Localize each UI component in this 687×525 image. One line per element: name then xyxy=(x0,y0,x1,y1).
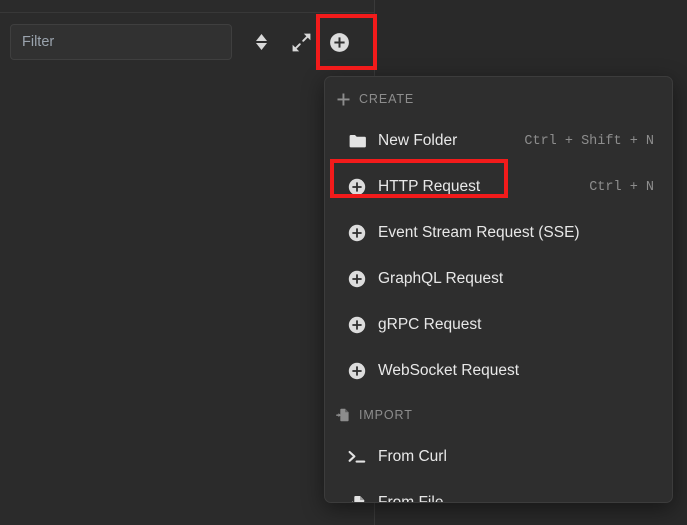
filter-input[interactable] xyxy=(10,24,232,60)
expand-arrows-icon xyxy=(292,33,311,52)
menu-item-label: New Folder xyxy=(378,132,458,149)
plus-circle-icon xyxy=(347,362,367,380)
terminal-prompt-icon xyxy=(347,449,367,465)
menu-section-label: CREATE xyxy=(359,92,415,106)
menu-item-shortcut: Ctrl + N xyxy=(589,179,654,195)
menu-item-graphql-request[interactable]: GraphQL Request xyxy=(325,260,672,298)
folder-icon xyxy=(347,134,367,148)
menu-item-label: GraphQL Request xyxy=(378,270,504,287)
menu-item-label: From Curl xyxy=(378,448,447,465)
menu-item-label: HTTP Request xyxy=(378,178,481,195)
menu-item-http-request[interactable]: HTTP Request Ctrl + N xyxy=(325,168,672,206)
sidebar-toolbar xyxy=(0,13,375,71)
menu-item-event-stream-request[interactable]: Event Stream Request (SSE) xyxy=(325,214,672,252)
menu-item-label: gRPC Request xyxy=(378,316,482,333)
plus-icon xyxy=(333,93,353,106)
menu-item-label: Event Stream Request (SSE) xyxy=(378,224,580,241)
menu-section-header-create: CREATE xyxy=(325,84,672,114)
plus-circle-icon xyxy=(347,178,367,196)
sort-icon xyxy=(255,33,268,51)
file-import-icon xyxy=(333,408,353,422)
file-import-icon xyxy=(347,495,367,502)
menu-item-new-folder[interactable]: New Folder Ctrl + Shift + N xyxy=(325,122,672,160)
sidebar-pane xyxy=(0,0,375,525)
menu-item-label: WebSocket Request xyxy=(378,362,520,379)
plus-circle-icon xyxy=(347,316,367,334)
menu-item-from-curl[interactable]: From Curl xyxy=(325,438,672,476)
menu-section-header-import: IMPORT xyxy=(325,400,672,430)
sort-button[interactable] xyxy=(246,27,276,57)
menu-item-websocket-request[interactable]: WebSocket Request xyxy=(325,352,672,390)
create-dropdown-menu: CREATE New Folder Ctrl + Shift + N HTTP … xyxy=(324,76,673,503)
menu-item-shortcut: Ctrl + Shift + N xyxy=(524,133,654,149)
plus-circle-icon xyxy=(347,270,367,288)
create-button[interactable] xyxy=(324,27,354,57)
menu-item-grpc-request[interactable]: gRPC Request xyxy=(325,306,672,344)
expand-all-button[interactable] xyxy=(286,27,316,57)
plus-circle-icon xyxy=(347,224,367,242)
app-window: CREATE New Folder Ctrl + Shift + N xyxy=(0,0,687,525)
menu-item-label: From File xyxy=(378,494,444,503)
menu-item-from-file[interactable]: From File xyxy=(325,484,672,503)
plus-circle-icon xyxy=(329,32,350,53)
menu-section-label: IMPORT xyxy=(359,408,413,422)
